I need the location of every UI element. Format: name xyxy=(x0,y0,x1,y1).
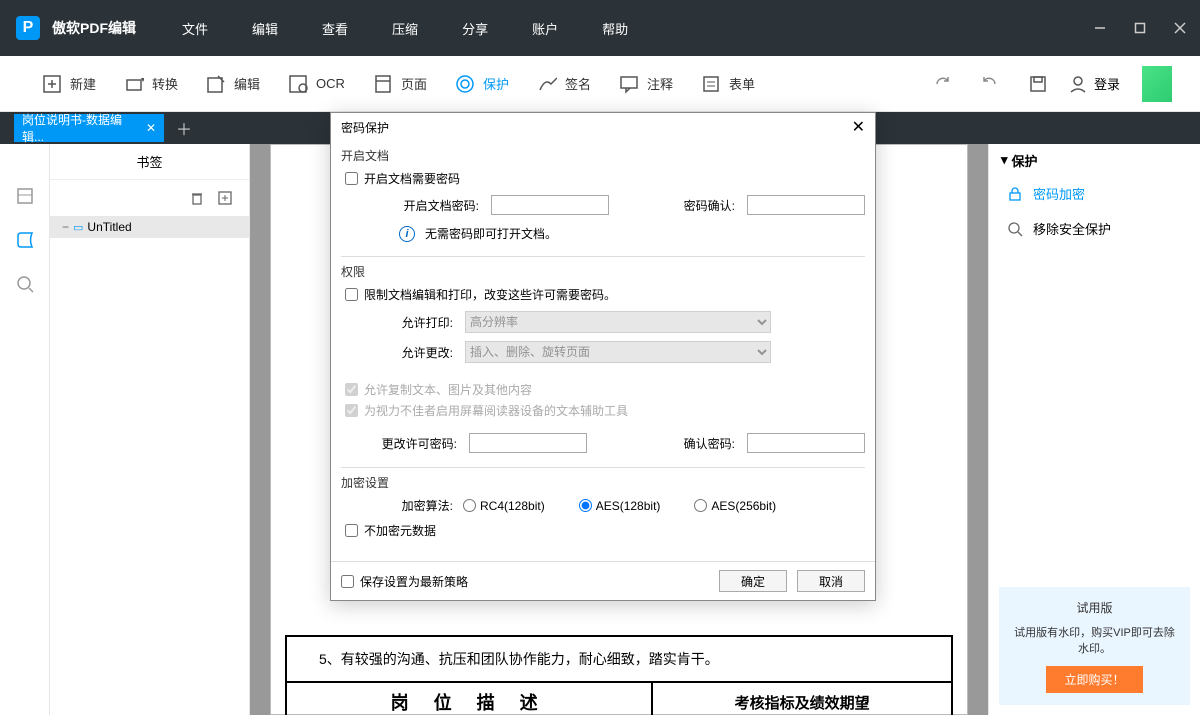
thumbnails-icon[interactable] xyxy=(13,184,37,208)
confirm-perm-pw-input[interactable] xyxy=(747,433,865,453)
doc-heading-2: 考核指标及绩效期望 xyxy=(665,692,939,713)
trial-box: 试用版 试用版有水印，购买VIP即可去除水印。 立即购买！ xyxy=(999,587,1190,705)
confirm-password-input[interactable] xyxy=(747,195,865,215)
bookmark-label: UnTitled xyxy=(87,220,131,234)
radio-rc4[interactable]: RC4(128bit) xyxy=(463,499,545,513)
change-perm-pw-input[interactable] xyxy=(469,433,587,453)
redo-button[interactable] xyxy=(924,66,960,102)
algo-label: 加密算法: xyxy=(401,497,453,514)
save-button[interactable] xyxy=(1020,66,1056,102)
bookmark-add-icon[interactable] xyxy=(217,190,233,206)
right-panel: ▾保护 密码加密 移除安全保护 试用版 试用版有水印，购买VIP即可去除水印。 … xyxy=(988,144,1200,715)
tool-page[interactable]: 页面 xyxy=(359,56,441,112)
tool-new[interactable]: 新建 xyxy=(28,56,110,112)
menu-account[interactable]: 账户 xyxy=(510,0,580,56)
window-maximize[interactable] xyxy=(1120,8,1160,48)
password-protect-dialog: 密码保护 ✕ 开启文档 开启文档需要密码 开启文档密码: 密码确认: i 无需密… xyxy=(330,112,876,601)
titlebar: P 傲软PDF编辑 文件 编辑 查看 压缩 分享 账户 帮助 xyxy=(0,0,1200,56)
search-icon xyxy=(1007,221,1023,237)
bookmark-node-icon: ▭ xyxy=(73,221,83,234)
search-icon[interactable] xyxy=(13,272,37,296)
dialog-close[interactable]: ✕ xyxy=(852,117,865,137)
doc-bullet: 5、有较强的沟通、抗压和团队协作能力，耐心细致，踏实肯干。 xyxy=(299,643,939,675)
confirm-perm-pw-label: 确认密码: xyxy=(657,435,735,452)
sign-icon xyxy=(537,74,557,94)
app-name: 傲软PDF编辑 xyxy=(52,18,136,38)
info-text: 无需密码即可打开文档。 xyxy=(425,225,557,242)
window-close[interactable] xyxy=(1160,8,1200,48)
tool-edit[interactable]: 编辑 xyxy=(192,56,274,112)
user-icon xyxy=(1068,74,1088,94)
convert-icon xyxy=(124,74,144,94)
allow-change-label: 允许更改: xyxy=(401,344,453,361)
tab-close[interactable]: ✕ xyxy=(146,121,156,135)
section-encrypt-title: 加密设置 xyxy=(341,474,865,491)
app-logo: P xyxy=(16,16,40,40)
edit-icon xyxy=(206,74,226,94)
screen-reader-checkbox[interactable]: 为视力不佳者启用屏幕阅读器设备的文本辅助工具 xyxy=(345,402,865,419)
tool-convert[interactable]: 转换 xyxy=(110,56,192,112)
toolbar: 新建 转换 编辑 OCR 页面 保护 签名 注释 表单 登录 xyxy=(0,56,1200,112)
menu-view[interactable]: 查看 xyxy=(300,0,370,56)
dialog-title: 密码保护 xyxy=(341,119,389,136)
bookmark-delete-icon[interactable] xyxy=(189,190,205,206)
tool-form[interactable]: 表单 xyxy=(687,56,769,112)
tab-add[interactable]: ＋ xyxy=(170,114,198,142)
menu-edit[interactable]: 编辑 xyxy=(230,0,300,56)
cancel-button[interactable]: 取消 xyxy=(797,570,865,592)
right-panel-title: ▾保护 xyxy=(989,144,1200,176)
open-password-label: 开启文档密码: xyxy=(401,197,479,214)
open-password-input[interactable] xyxy=(491,195,609,215)
bookmark-item[interactable]: − ▭ UnTitled xyxy=(50,216,249,238)
allow-print-label: 允许打印: xyxy=(401,314,453,331)
shield-icon xyxy=(455,74,475,94)
menu-compress[interactable]: 压缩 xyxy=(370,0,440,56)
section-permission-title: 权限 xyxy=(341,263,865,280)
menu-help[interactable]: 帮助 xyxy=(580,0,650,56)
comment-icon xyxy=(619,74,639,94)
radio-aes128[interactable]: AES(128bit) xyxy=(579,499,661,513)
doc-heading-1: 岗 位 描 述 xyxy=(299,689,639,715)
allow-copy-checkbox[interactable]: 允许复制文本、图片及其他内容 xyxy=(345,381,865,398)
bookmarks-panel: 书签 − ▭ UnTitled xyxy=(50,144,250,715)
form-icon xyxy=(701,74,721,94)
save-policy-checkbox[interactable]: 保存设置为最新策略 xyxy=(341,573,468,590)
no-encrypt-meta-checkbox[interactable]: 不加密元数据 xyxy=(345,522,865,539)
ok-button[interactable]: 确定 xyxy=(719,570,787,592)
tool-ocr[interactable]: OCR xyxy=(274,56,359,112)
window-minimize[interactable] xyxy=(1080,8,1120,48)
tab-label: 岗位说明书-数据编辑... xyxy=(22,111,138,145)
brand-stripe xyxy=(1142,66,1172,102)
info-icon: i xyxy=(399,226,415,242)
trial-desc: 试用版有水印，购买VIP即可去除水印。 xyxy=(1011,624,1178,656)
tool-protect[interactable]: 保护 xyxy=(441,56,523,112)
page-icon xyxy=(373,74,393,94)
allow-change-select[interactable]: 插入、删除、旋转页面 xyxy=(465,341,771,363)
confirm-password-label: 密码确认: xyxy=(657,197,735,214)
open-password-checkbox[interactable]: 开启文档需要密码 xyxy=(345,170,865,187)
restrict-checkbox[interactable]: 限制文档编辑和打印，改变这些许可需要密码。 xyxy=(345,286,865,303)
bookmarks-icon[interactable] xyxy=(13,228,37,252)
trial-buy-button[interactable]: 立即购买！ xyxy=(1046,666,1142,693)
tool-comment[interactable]: 注释 xyxy=(605,56,687,112)
allow-print-select[interactable]: 高分辨率 xyxy=(465,311,771,333)
caret-icon: − xyxy=(62,220,69,234)
undo-button[interactable] xyxy=(972,66,1008,102)
bookmarks-title: 书签 xyxy=(50,144,249,180)
change-perm-pw-label: 更改许可密码: xyxy=(371,435,457,452)
remove-security-option[interactable]: 移除安全保护 xyxy=(989,211,1200,246)
section-open-title: 开启文档 xyxy=(341,147,865,164)
document-tab[interactable]: 岗位说明书-数据编辑... ✕ xyxy=(14,114,164,142)
login-button[interactable]: 登录 xyxy=(1068,74,1120,94)
menu-share[interactable]: 分享 xyxy=(440,0,510,56)
ocr-icon xyxy=(288,74,308,94)
plus-icon xyxy=(42,74,62,94)
menu-file[interactable]: 文件 xyxy=(160,0,230,56)
radio-aes256[interactable]: AES(256bit) xyxy=(694,499,776,513)
trial-title: 试用版 xyxy=(1011,599,1178,616)
left-sidebar xyxy=(0,144,50,715)
encrypt-option[interactable]: 密码加密 xyxy=(989,176,1200,211)
tool-sign[interactable]: 签名 xyxy=(523,56,605,112)
lock-icon xyxy=(1007,186,1023,202)
